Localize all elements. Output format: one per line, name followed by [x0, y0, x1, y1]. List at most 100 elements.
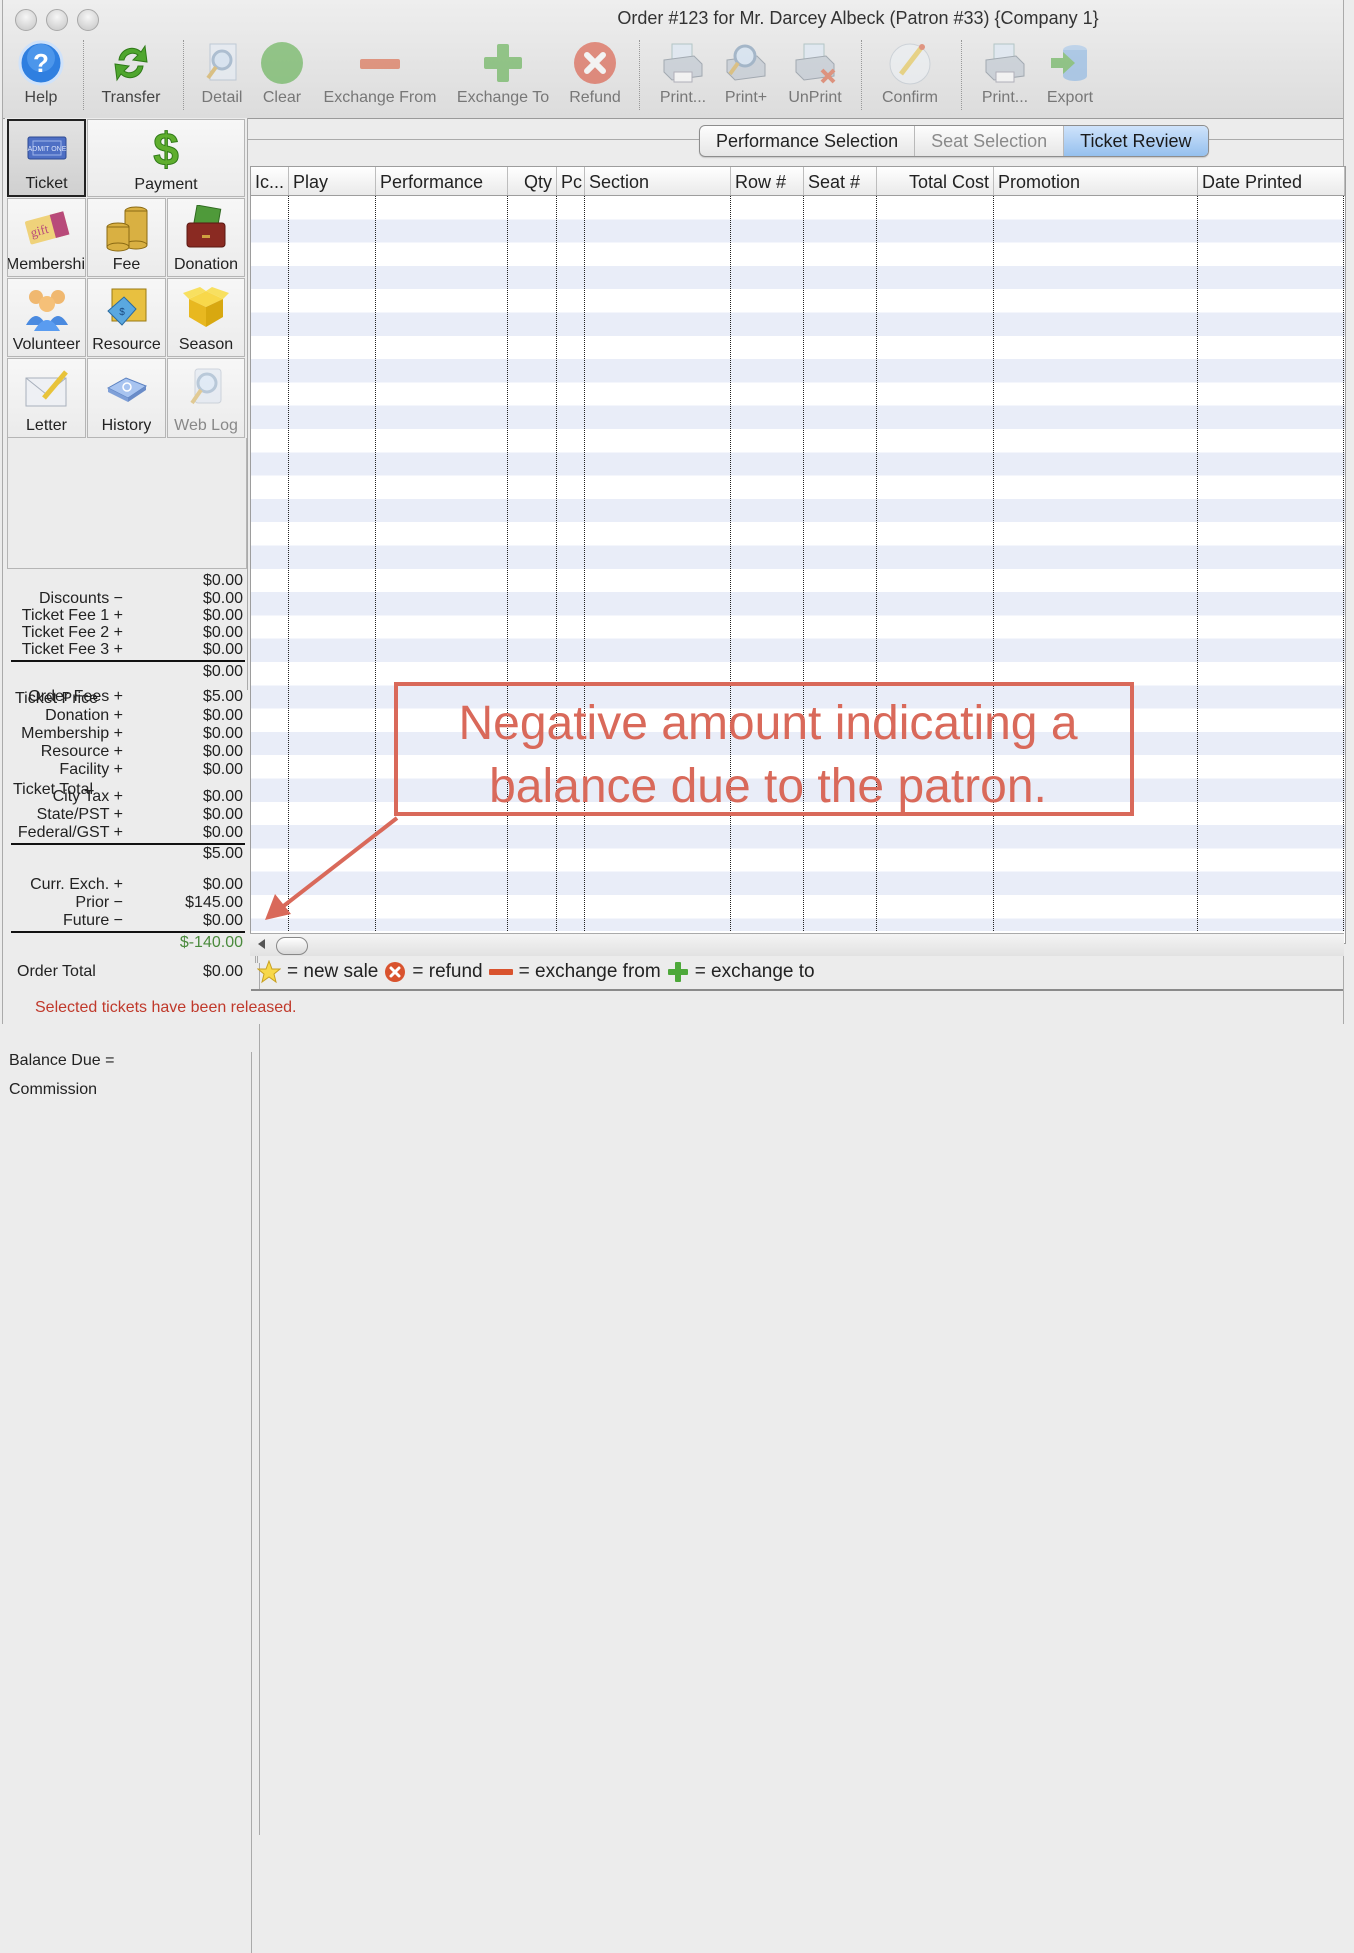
order-window: Order #123 for Mr. Darcey Albeck (Patron… — [2, 0, 1346, 1953]
summary-donation: Donation + $0.00 — [45, 707, 243, 724]
column-header-section[interactable]: Section — [585, 167, 731, 195]
svg-text:$: $ — [119, 307, 125, 318]
export-database-icon — [1046, 38, 1094, 88]
svg-text:?: ? — [33, 48, 49, 78]
star-icon — [257, 960, 281, 984]
column-divider — [1343, 196, 1344, 931]
annotation-line-1: Negative amount indicating a — [458, 697, 1078, 750]
column-divider — [876, 196, 877, 931]
exchange-from-button[interactable]: Exchange From — [319, 38, 441, 112]
balance-due-value: $-140.00 — [179, 934, 243, 951]
help-icon: ? — [17, 38, 65, 88]
confirm-pencil-icon — [886, 38, 934, 88]
summary-prior: Prior − $145.00 — [75, 894, 243, 911]
scroll-thumb[interactable] — [276, 937, 308, 955]
column-header-play[interactable]: Play — [289, 167, 376, 195]
coins-icon — [104, 199, 150, 256]
confirm-button[interactable]: Confirm — [877, 38, 943, 112]
unprint-button[interactable]: UnPrint — [783, 38, 847, 112]
column-divider — [993, 196, 994, 931]
transfer-button[interactable]: Transfer — [95, 38, 167, 112]
ticket-table: Ic... Play Performance Qty Pc Section Ro… — [250, 166, 1346, 944]
divider — [11, 660, 245, 662]
annotation-line-2: balance due to the patron. — [489, 760, 1047, 813]
status-message: Selected tickets have been released. — [35, 999, 297, 1016]
summary-discounts: Discounts − $0.00 — [38, 590, 243, 607]
summary-curr-exch: Curr. Exch. + $0.00 — [30, 876, 243, 893]
history-drive-icon — [104, 359, 150, 417]
tile-season[interactable]: Season — [167, 278, 245, 357]
column-header-total-cost[interactable]: Total Cost — [877, 167, 994, 195]
column-header-row[interactable]: Row # — [731, 167, 804, 195]
column-header-seat[interactable]: Seat # — [804, 167, 877, 195]
summary-state-pst: State/PST + $0.00 — [36, 806, 243, 823]
tab-seat-selection[interactable]: Seat Selection — [915, 126, 1065, 156]
export-button[interactable]: Export — [1041, 38, 1099, 112]
refund-button[interactable]: Refund — [565, 38, 625, 112]
summary-commission: Commission $0.00 — [9, 963, 252, 1953]
wallet-cash-icon — [183, 199, 229, 256]
tile-resource[interactable]: $ Resource — [87, 278, 166, 357]
summary-resource: Resource + $0.00 — [40, 743, 243, 760]
print-batch-button[interactable]: Print... — [975, 38, 1035, 112]
tab-performance-selection[interactable]: Performance Selection — [700, 126, 916, 156]
printer-icon — [659, 38, 707, 88]
clear-button[interactable]: Clear — [257, 38, 307, 112]
summary-ticket-fee-1: Ticket Fee 1 + $0.00 — [21, 607, 243, 624]
people-icon — [24, 279, 70, 336]
transfer-icon — [107, 38, 155, 88]
column-header-icon[interactable]: Ic... — [251, 167, 289, 195]
ticket-icon: ADMIT ONE — [27, 121, 67, 175]
legend-refund: = refund — [412, 961, 483, 982]
tile-membership[interactable]: gift Membershi — [7, 198, 86, 277]
tab-ticket-review[interactable]: Ticket Review — [1064, 126, 1208, 156]
horizontal-scrollbar[interactable] — [250, 933, 1344, 956]
column-header-performance[interactable]: Performance — [376, 167, 508, 195]
summary-city-tax: City Tax + $0.00 — [52, 788, 243, 805]
exchange-to-button[interactable]: Exchange To — [453, 38, 553, 112]
clear-green-circle-icon — [258, 38, 306, 88]
legend-exchange-from: = exchange from — [518, 961, 661, 982]
toolbar-separator — [961, 40, 962, 110]
column-divider — [584, 196, 585, 931]
tile-letter[interactable]: Letter — [7, 358, 86, 438]
summary-balance-due: Balance Due = $-140.00 — [9, 934, 252, 1924]
tile-ticket[interactable]: ADMIT ONE Ticket — [7, 119, 86, 197]
column-header-promotion[interactable]: Promotion — [994, 167, 1198, 195]
window-controls — [15, 9, 99, 31]
summary-future: Future − $0.00 — [62, 912, 243, 929]
summary-federal-gst: Federal/GST + $0.00 — [17, 824, 243, 841]
printer-x-icon — [791, 38, 839, 88]
column-header-qty[interactable]: Qty — [508, 167, 557, 195]
detail-button[interactable]: Detail — [197, 38, 247, 112]
print-button[interactable]: Print... — [653, 38, 713, 112]
table-body[interactable] — [251, 196, 1345, 931]
summary-ticket-fee-3: Ticket Fee 3 + $0.00 — [21, 641, 243, 658]
refund-x-icon — [384, 961, 406, 983]
column-header-pc[interactable]: Pc — [557, 167, 585, 195]
price-tag-icon: $ — [104, 279, 150, 336]
tile-web-log[interactable]: Web Log — [167, 358, 245, 438]
tile-history[interactable]: History — [87, 358, 166, 438]
minimize-window-button[interactable] — [46, 9, 68, 31]
print-plus-button[interactable]: Print+ — [719, 38, 773, 112]
tile-fee[interactable]: Fee — [87, 198, 166, 277]
web-log-icon — [183, 359, 229, 417]
legend-exchange-to: = exchange to — [694, 961, 815, 982]
toolbar-separator — [183, 40, 184, 110]
scroll-left-arrow-icon[interactable] — [258, 939, 265, 949]
toolbar-separator — [861, 40, 862, 110]
summary-ticket-price: Ticket Price $0.00 — [9, 572, 258, 1562]
tile-volunteer[interactable]: Volunteer — [7, 278, 86, 357]
toolbar-separator — [639, 40, 640, 110]
help-button[interactable]: ? Help — [15, 38, 67, 112]
zoom-window-button[interactable] — [77, 9, 99, 31]
table-header: Ic... Play Performance Qty Pc Section Ro… — [251, 167, 1345, 196]
close-window-button[interactable] — [15, 9, 37, 31]
column-header-date-printed[interactable]: Date Printed — [1198, 167, 1345, 195]
tile-payment[interactable]: $ Payment — [87, 119, 245, 197]
tile-donation[interactable]: Donation — [167, 198, 245, 277]
summary-ticket-fee-2: Ticket Fee 2 + $0.00 — [21, 624, 243, 641]
column-divider — [556, 196, 557, 931]
divider — [11, 931, 245, 933]
